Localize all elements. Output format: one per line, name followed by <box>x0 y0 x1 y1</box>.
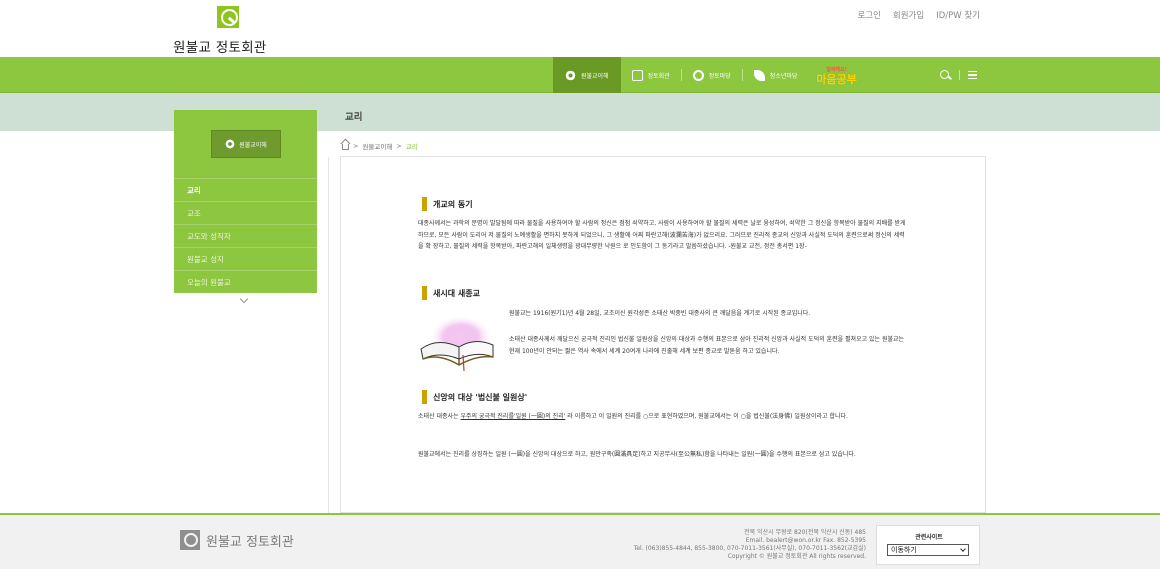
section-paragraph: 원불교에서는 진리를 상징하는 일원 (一圓)을 신앙의 대상으로 하고, 원만… <box>418 451 856 458</box>
side-nav-badge: 원불교이해 <box>211 130 281 158</box>
open-book-illustration <box>420 317 494 372</box>
gnb-menu: 원불교이해 정토회관 정토마당 청소년마당 함께해요! 마음공부 <box>553 57 865 93</box>
house-icon <box>631 69 643 81</box>
gnb-tools <box>940 57 977 93</box>
tool-divider <box>959 70 960 80</box>
paragraph-text: 라 이름하고 이 일원의 진리를 ○으로 표현하였으며, 원불교에서는 이 ○을… <box>565 413 848 420</box>
breadcrumb-separator: > <box>396 142 402 150</box>
breadcrumb-current: 교리 <box>405 143 418 151</box>
section-heading: 새시대 새종교 <box>422 286 480 300</box>
footer-logo-mark-icon <box>180 530 200 550</box>
side-nav-item-doctrine[interactable]: 교리 <box>174 178 317 201</box>
section-paragraph: 원불교는 1916(원기1)년 4월 28일, 교조이신 원각성존 소태산 박중… <box>509 310 811 317</box>
gnb-item-label: 원불교이해 <box>581 72 609 80</box>
breadcrumb-separator: > <box>353 142 359 150</box>
hamburger-menu-icon[interactable] <box>968 71 977 79</box>
side-nav-item-holy-sites[interactable]: 원불교 성지 <box>174 247 317 270</box>
chevron-down-icon[interactable] <box>239 294 249 304</box>
footer-address: 전북 익산시 무왕로 820(전북 익산시 신동) 485 <box>744 529 866 536</box>
global-nav: 원불교이해 정토회관 정토마당 청소년마당 함께해요! 마음공부 <box>0 57 1160 93</box>
search-icon[interactable] <box>940 69 951 81</box>
heading-bar <box>422 197 427 211</box>
section-heading-text: 개교의 동기 <box>433 199 473 209</box>
side-nav-header: 원불교이해 <box>174 110 317 178</box>
related-sites-label: 관련사이트 <box>915 534 943 541</box>
paragraph-text: 소태산 대종사는 <box>418 413 461 420</box>
site-logo[interactable]: 원불교 정토회관 <box>173 6 283 56</box>
gnb-item-youth[interactable]: 청소년마당 <box>743 57 809 93</box>
utility-links: 로그인 회원가입 ID/PW 찾기 <box>857 9 980 21</box>
side-nav-badge-label: 원불교이해 <box>239 141 267 149</box>
section-heading-text: 신앙의 대상 '법신불 일원상' <box>433 392 528 402</box>
logo-text: 원불교 정토회관 <box>173 40 267 56</box>
login-link[interactable]: 로그인 <box>857 9 880 21</box>
site-footer: 원불교 정토회관 전북 익산시 무왕로 820(전북 익산시 신동) 485 E… <box>0 513 1160 569</box>
gnb-item-label: 청소년마당 <box>769 72 798 80</box>
related-sites-select[interactable]: 이동하기 <box>887 544 969 556</box>
section-heading-text: 새시대 새종교 <box>433 288 480 298</box>
footer-info: 전북 익산시 무왕로 820(전북 익산시 신동) 485 Email. bea… <box>634 529 866 561</box>
flower-icon <box>225 139 236 149</box>
gnb-item-understanding[interactable]: 원불교이해 <box>553 57 621 93</box>
leaf-icon <box>753 69 765 81</box>
home-icon[interactable] <box>342 144 349 150</box>
section-heading: 개교의 동기 <box>422 197 473 211</box>
side-nav-list: 교리 교조 교도와 성직자 원불교 성지 오늘의 원불교 <box>174 178 317 293</box>
find-idpw-link[interactable]: ID/PW 찾기 <box>936 9 980 21</box>
gnb-item-label: 정토마당 <box>708 72 731 80</box>
gnb-special-mind-study[interactable]: 함께해요! 마음공부 <box>808 57 864 93</box>
gnb-item-label: 정토회관 <box>647 72 670 80</box>
footer-logo-text: 원불교 정토회관 <box>206 534 294 550</box>
heading-bar <box>422 390 427 404</box>
sidebar-divider <box>328 157 329 513</box>
footer-logo: 원불교 정토회관 <box>180 530 294 550</box>
section-paragraph: 소태산 대종사께서 깨달으신 궁극적 진리인 법신불 일원상을 신앙의 대상과 … <box>509 336 905 355</box>
side-nav-item-members-clergy[interactable]: 교도와 성직자 <box>174 224 317 247</box>
footer-tel: Tel. (063)855-4844, 855-3800, 070-7011-3… <box>633 545 866 552</box>
breadcrumb: > 원불교이해 > 교리 <box>342 141 418 151</box>
page-title: 교리 <box>345 112 363 123</box>
footer-email-fax: Email. bealert@won.or.kr Fax. 852-5395 <box>745 537 866 544</box>
side-nav-item-founder[interactable]: 교조 <box>174 201 317 224</box>
footer-copyright: Copyright © 원불교 정토회관 All rights reserved… <box>727 553 866 560</box>
gnb-item-hall[interactable]: 정토회관 <box>621 57 681 93</box>
truth-term-link: 우주의 궁극적 진리를'일원 (一圓)의 진리' <box>460 413 566 420</box>
flower-icon <box>565 69 576 81</box>
signup-link[interactable]: 회원가입 <box>893 9 924 21</box>
gnb-item-yard[interactable]: 정토마당 <box>682 57 742 93</box>
special-title: 마음공부 <box>816 73 857 86</box>
side-nav-item-today[interactable]: 오늘의 원불교 <box>174 270 317 293</box>
related-sites: 관련사이트 이동하기 <box>876 525 980 565</box>
side-nav: 원불교이해 교리 교조 교도와 성직자 원불교 성지 오늘의 원불교 <box>174 110 317 304</box>
section-paragraph: 대종사께서는 과학의 문명이 발달됨에 따라 물질을 사용하여야 할 사람의 정… <box>418 220 906 250</box>
heading-bar <box>422 286 427 300</box>
ring-icon <box>692 69 704 81</box>
section-heading: 신앙의 대상 '법신불 일원상' <box>422 390 527 404</box>
breadcrumb-item[interactable]: 원불교이해 <box>362 141 392 151</box>
site-header: 원불교 정토회관 로그인 회원가입 ID/PW 찾기 <box>0 0 1160 57</box>
section-paragraph: 소태산 대종사는 우주의 궁극적 진리를'일원 (一圓)의 진리' 라 이름하고… <box>418 411 908 423</box>
content-box: 개교의 동기 대종사께서는 과학의 문명이 발달됨에 따라 물질을 사용하여야 … <box>340 156 986 513</box>
logo-mark-icon <box>217 6 239 28</box>
